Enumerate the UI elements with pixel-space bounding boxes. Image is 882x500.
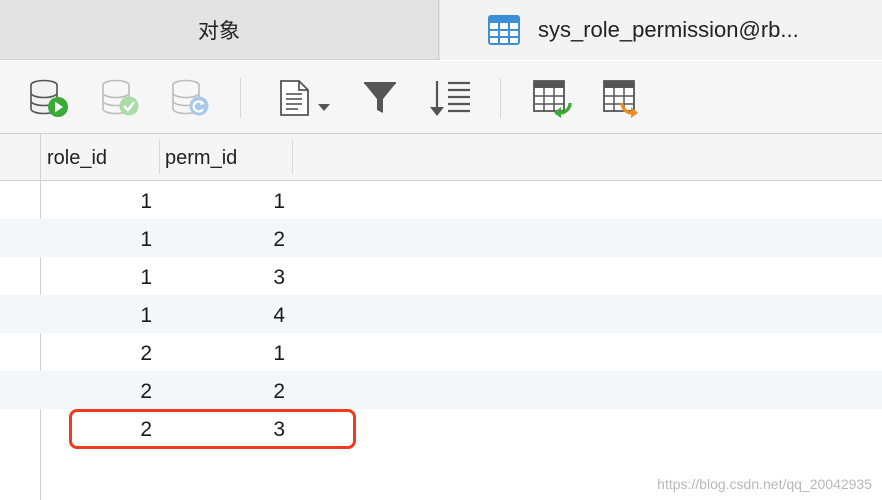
table-row[interactable]: 21: [0, 333, 882, 371]
cell-role-id[interactable]: 1: [42, 295, 152, 333]
cell-perm-id[interactable]: 4: [160, 295, 285, 333]
cell-role-id[interactable]: 1: [42, 219, 152, 257]
filter-button[interactable]: [362, 79, 398, 119]
tab-table-label: sys_role_permission@rb...: [538, 17, 799, 42]
table-row[interactable]: 22: [0, 371, 882, 409]
tab-objects-label: 对象: [198, 19, 240, 43]
cell-role-id[interactable]: 1: [42, 257, 152, 295]
cell-role-id[interactable]: 2: [42, 371, 152, 409]
table-row[interactable]: 13: [0, 257, 882, 295]
refresh-button[interactable]: [170, 79, 214, 119]
document-button[interactable]: [278, 79, 332, 119]
data-grid: role_id perm_id 11121314212223: [0, 134, 882, 500]
toolbar-separator: [500, 78, 501, 118]
tab-table-sys-role-permission[interactable]: sys_role_permission@rb...: [440, 0, 882, 60]
column-divider[interactable]: [292, 140, 293, 174]
sort-button[interactable]: [428, 79, 472, 119]
cell-role-id[interactable]: 2: [42, 409, 152, 447]
toolbar: [0, 61, 882, 134]
cell-role-id[interactable]: 2: [42, 333, 152, 371]
column-header-role-id[interactable]: role_id: [47, 142, 157, 174]
document-dropdown-icon: [280, 80, 330, 116]
cell-perm-id[interactable]: 2: [160, 219, 285, 257]
column-header-perm-id[interactable]: perm_id: [165, 142, 290, 174]
sort-icon: [430, 81, 470, 116]
import-button[interactable]: [532, 79, 574, 119]
cell-perm-id[interactable]: 3: [160, 409, 285, 447]
table-import-icon: [533, 80, 572, 118]
export-button[interactable]: [602, 79, 644, 119]
table-icon: [488, 15, 520, 45]
tab-objects[interactable]: 对象: [0, 0, 439, 60]
cell-perm-id[interactable]: 3: [160, 257, 285, 295]
grid-header: role_id perm_id: [0, 134, 882, 181]
filter-icon: [364, 82, 396, 113]
table-export-icon: [603, 80, 638, 118]
grid-rows: 11121314212223: [0, 181, 882, 447]
table-row[interactable]: 11: [0, 181, 882, 219]
cell-perm-id[interactable]: 2: [160, 371, 285, 409]
tab-bar: 对象 sys_role_permission@rb...: [0, 0, 882, 60]
table-row[interactable]: 14: [0, 295, 882, 333]
toolbar-separator: [240, 78, 241, 118]
database-commit-icon: [102, 79, 139, 116]
run-button[interactable]: [28, 79, 72, 119]
column-divider[interactable]: [159, 140, 160, 174]
database-run-icon: [30, 79, 68, 117]
cell-perm-id[interactable]: 1: [160, 181, 285, 219]
cell-role-id[interactable]: 1: [42, 181, 152, 219]
database-refresh-icon: [172, 79, 209, 116]
watermark: https://blog.csdn.net/qq_20042935: [657, 476, 872, 492]
commit-button[interactable]: [100, 79, 144, 119]
table-row[interactable]: 23: [0, 409, 882, 447]
cell-perm-id[interactable]: 1: [160, 333, 285, 371]
table-row[interactable]: 12: [0, 219, 882, 257]
